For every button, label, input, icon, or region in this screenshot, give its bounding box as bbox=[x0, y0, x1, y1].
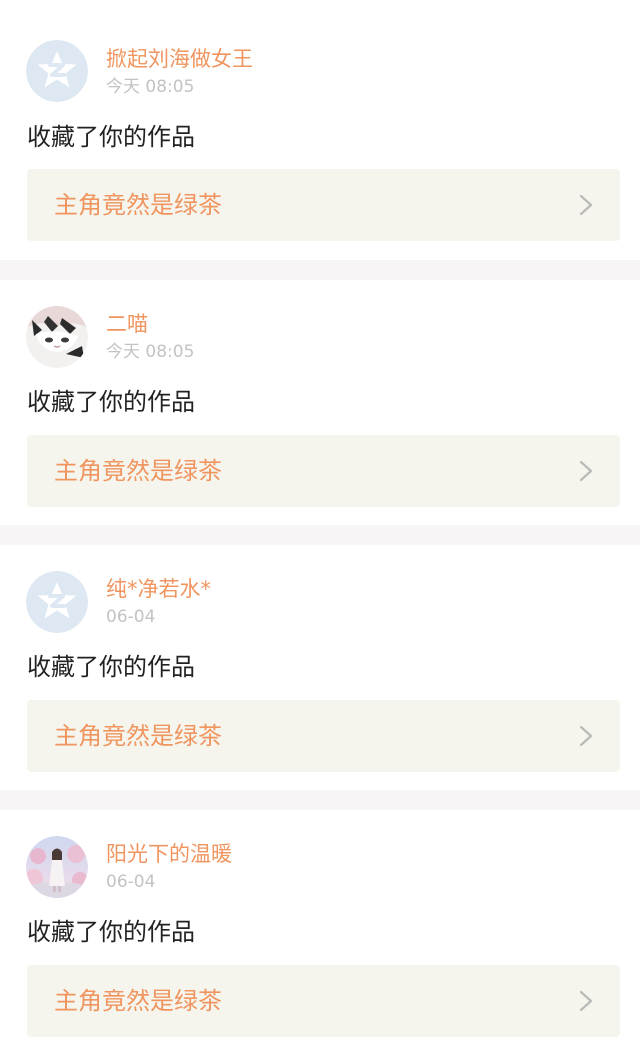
username[interactable]: 掀起刘海做女王 bbox=[106, 46, 253, 72]
feed-item: 掀起刘海做女王 今天 08:05 收藏了你的作品 主角竟然是绿茶 bbox=[0, 0, 640, 260]
chevron-right-icon bbox=[579, 990, 593, 1012]
default-qzone-avatar-icon bbox=[26, 571, 88, 633]
username[interactable]: 阳光下的温暖 bbox=[106, 841, 232, 867]
feed-item: 纯*净若水* 06-04 收藏了你的作品 主角竟然是绿茶 bbox=[0, 545, 640, 805]
separator bbox=[0, 790, 640, 810]
girl-photo-avatar-icon bbox=[26, 836, 88, 898]
username[interactable]: 纯*净若水* bbox=[106, 576, 211, 602]
timestamp: 06-04 bbox=[106, 607, 156, 627]
default-qzone-avatar-icon bbox=[26, 40, 88, 102]
work-title: 主角竟然是绿茶 bbox=[54, 191, 222, 219]
work-link[interactable]: 主角竟然是绿茶 bbox=[27, 435, 620, 507]
activity-text: 收藏了你的作品 bbox=[27, 918, 195, 946]
activity-text: 收藏了你的作品 bbox=[27, 653, 195, 681]
work-link[interactable]: 主角竟然是绿茶 bbox=[27, 965, 620, 1037]
avatar[interactable] bbox=[26, 306, 88, 368]
avatar[interactable] bbox=[26, 836, 88, 898]
cat-photo-avatar-icon bbox=[26, 306, 88, 368]
avatar[interactable] bbox=[26, 571, 88, 633]
feed-item: 阳光下的温暖 06-04 收藏了你的作品 主角竟然是绿茶 bbox=[0, 810, 640, 1050]
chevron-right-icon bbox=[579, 460, 593, 482]
separator bbox=[0, 260, 640, 280]
separator bbox=[0, 525, 640, 545]
work-link[interactable]: 主角竟然是绿茶 bbox=[27, 700, 620, 772]
timestamp: 06-04 bbox=[106, 872, 156, 892]
work-title: 主角竟然是绿茶 bbox=[54, 722, 222, 750]
chevron-right-icon bbox=[579, 725, 593, 747]
work-link[interactable]: 主角竟然是绿茶 bbox=[27, 169, 620, 241]
work-title: 主角竟然是绿茶 bbox=[54, 987, 222, 1015]
notification-feed: 掀起刘海做女王 今天 08:05 收藏了你的作品 主角竟然是绿茶 二喵 今天 0… bbox=[0, 0, 640, 1050]
avatar[interactable] bbox=[26, 40, 88, 102]
activity-text: 收藏了你的作品 bbox=[27, 388, 195, 416]
activity-text: 收藏了你的作品 bbox=[27, 123, 195, 151]
work-title: 主角竟然是绿茶 bbox=[54, 457, 222, 485]
username[interactable]: 二喵 bbox=[106, 311, 148, 337]
timestamp: 今天 08:05 bbox=[106, 342, 195, 362]
chevron-right-icon bbox=[579, 194, 593, 216]
feed-item: 二喵 今天 08:05 收藏了你的作品 主角竟然是绿茶 bbox=[0, 280, 640, 540]
timestamp: 今天 08:05 bbox=[106, 77, 195, 97]
